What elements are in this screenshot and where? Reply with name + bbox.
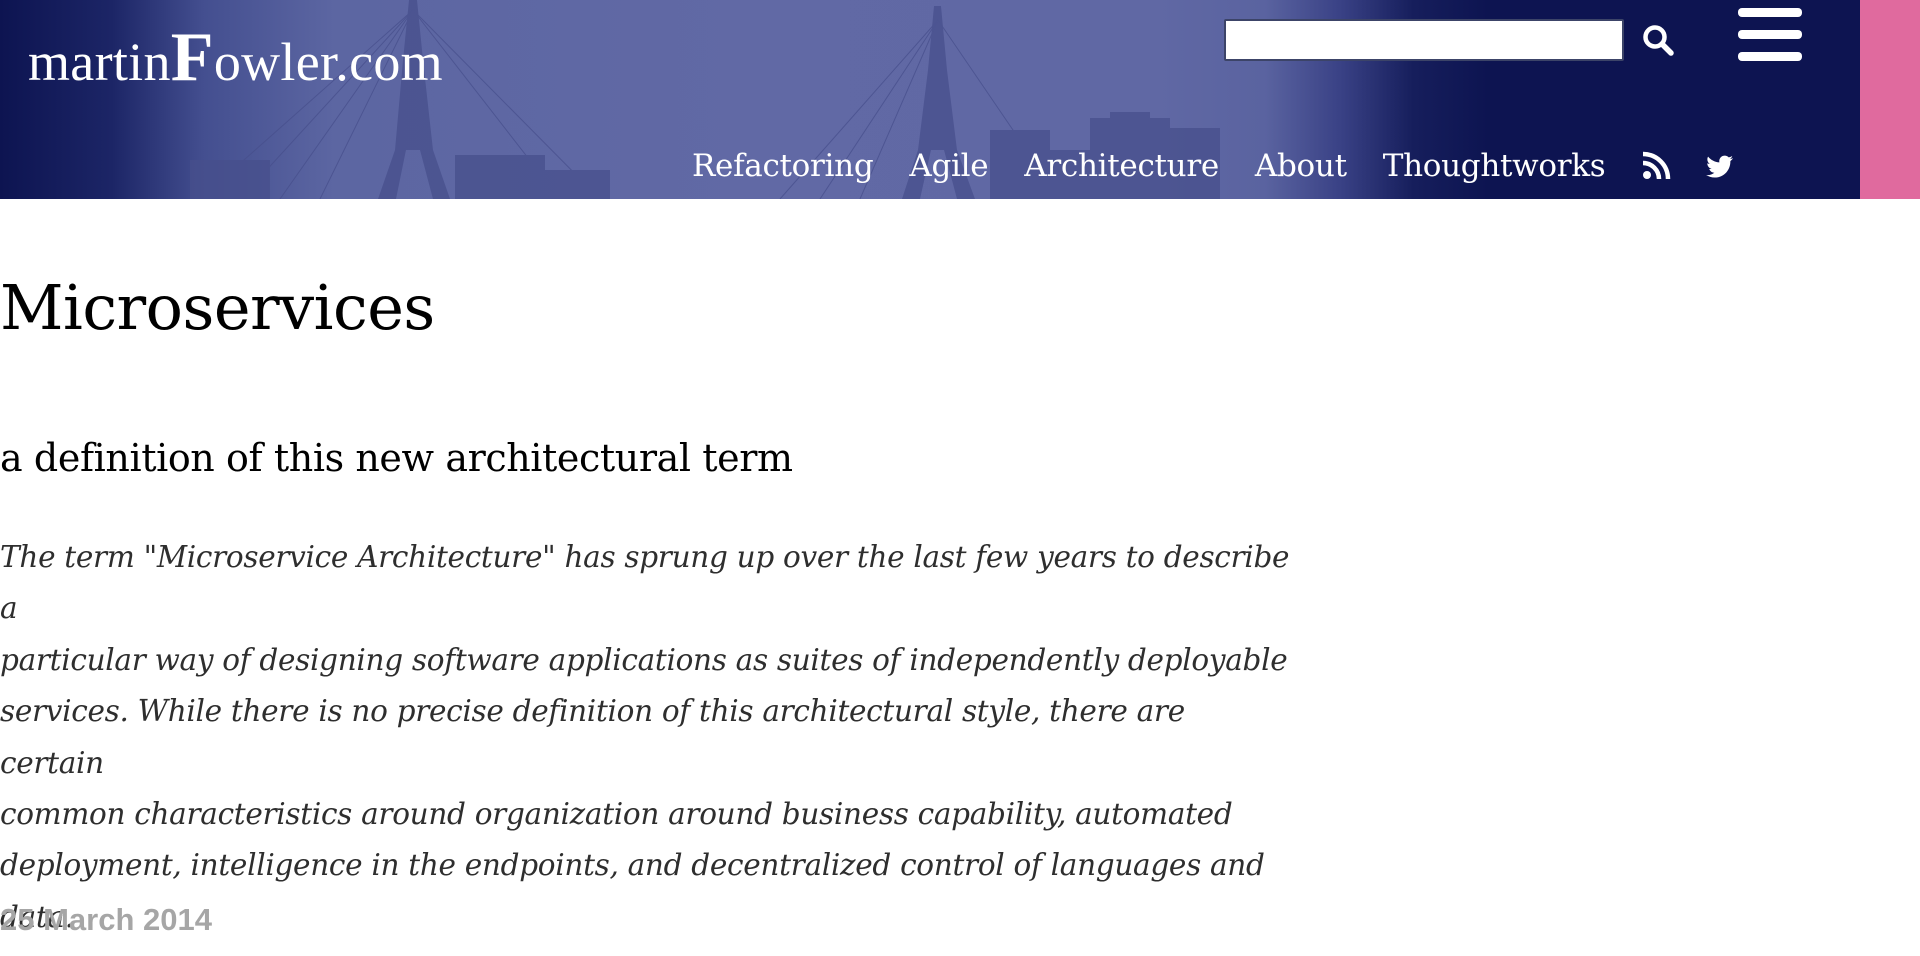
page-title: Microservices <box>0 271 435 344</box>
twitter-link[interactable] <box>1705 151 1735 181</box>
main-navigation: Refactoring Agile Architecture About Tho… <box>692 146 1769 186</box>
rss-link[interactable] <box>1641 151 1671 181</box>
logo-text-initial: F <box>170 19 214 96</box>
hamburger-line <box>1738 30 1802 39</box>
search-input[interactable] <box>1224 19 1624 61</box>
publication-date: 25 March 2014 <box>0 902 212 937</box>
logo-text-suffix: owler.com <box>213 32 443 92</box>
nav-link-architecture[interactable]: Architecture <box>1024 148 1219 184</box>
abstract-line: common characteristics around organizati… <box>0 797 1233 832</box>
page-subtitle: a definition of this new architectural t… <box>0 436 793 480</box>
nav-link-agile[interactable]: Agile <box>909 148 988 184</box>
search-button[interactable] <box>1641 23 1675 57</box>
abstract-line: deployment, intelligence in the endpoint… <box>0 848 1265 883</box>
search-icon <box>1643 25 1674 56</box>
abstract-line: services. While there is no precise defi… <box>0 694 1185 780</box>
article-abstract: The term "Microservice Architecture" has… <box>0 532 1290 943</box>
hamburger-menu-icon <box>1738 8 1802 17</box>
rss-icon <box>1643 151 1671 180</box>
site-logo[interactable]: martinFowler.com <box>28 18 443 98</box>
abstract-line: The term "Microservice Architecture" has… <box>0 540 1290 626</box>
menu-button[interactable] <box>1738 8 1802 62</box>
nav-link-thoughtworks[interactable]: Thoughtworks <box>1383 148 1606 184</box>
logo-text-prefix: martin <box>28 32 171 92</box>
site-header: martinFowler.com Refactoring Agile Archi… <box>0 0 1920 199</box>
accent-stripe <box>1860 0 1920 199</box>
nav-link-about[interactable]: About <box>1255 148 1347 184</box>
hamburger-line <box>1738 52 1802 61</box>
abstract-line: particular way of designing software app… <box>0 642 1288 677</box>
twitter-icon <box>1706 155 1734 178</box>
nav-link-refactoring[interactable]: Refactoring <box>692 148 874 184</box>
